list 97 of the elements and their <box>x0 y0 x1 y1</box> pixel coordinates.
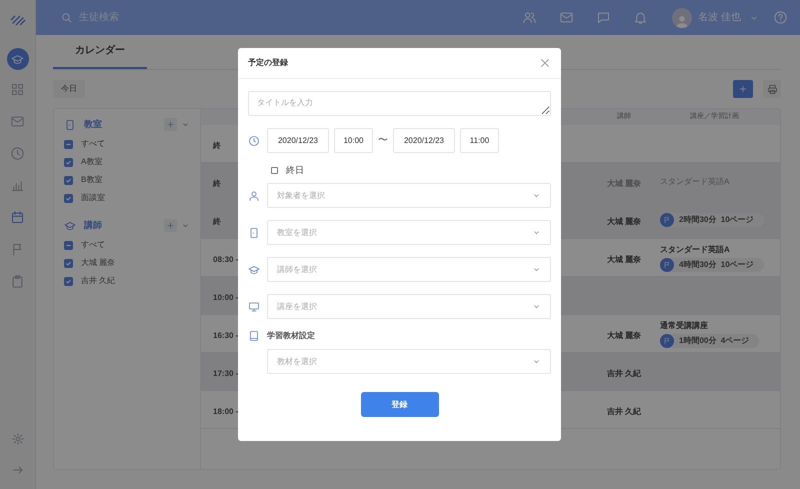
teacher-cell: 大城 麗奈 <box>606 330 642 340</box>
check-icon <box>65 176 72 184</box>
select-field[interactable]: 講師を選択 <box>267 257 551 282</box>
group-title: 講師 <box>84 218 102 232</box>
filter-label[interactable]: 大城 麗奈 <box>81 257 116 269</box>
section-label: 学習教材設定 <box>267 330 315 342</box>
today-button[interactable]: 今日 <box>53 80 85 98</box>
filter-label[interactable]: すべて <box>81 138 105 150</box>
plan-text: 1時間00分 4ページ <box>679 334 750 346</box>
time-cell: 08:30 - <box>213 254 238 264</box>
plus-icon <box>166 221 175 230</box>
checkbox[interactable] <box>64 194 73 202</box>
all-day-label[interactable]: 終日 <box>286 164 304 178</box>
register-button[interactable]: 登録 <box>360 392 438 417</box>
time-cell: 終 <box>213 178 221 188</box>
calendar-icon[interactable] <box>10 210 25 225</box>
check-icon <box>65 278 72 284</box>
teacher-cell: 吉井 久紀 <box>606 368 642 378</box>
select-placeholder: 対象者を選択 <box>277 190 325 202</box>
door-icon <box>248 226 260 238</box>
plan-text: 4時間30分 10ページ <box>679 258 754 270</box>
time-field[interactable]: 10:00 <box>334 128 373 153</box>
time-cell: 16:30 - <box>213 330 238 340</box>
teacher-cell: 吉井 久紀 <box>606 406 642 416</box>
teacher-cell: 大城 麗奈 <box>606 216 642 226</box>
add-button[interactable] <box>733 80 753 98</box>
time-cell: 18:00 - <box>213 406 238 416</box>
date-field[interactable]: 2020/12/23 <box>267 128 329 153</box>
course-cell: スタンダード英語A <box>660 244 730 256</box>
check-icon <box>65 260 72 266</box>
checkbox[interactable] <box>271 167 278 174</box>
mail-icon[interactable] <box>10 114 25 129</box>
select-placeholder: 講座を選択 <box>277 300 317 312</box>
checkbox[interactable] <box>64 158 73 166</box>
modal-title: 予定の登録 <box>248 57 288 69</box>
grid-icon[interactable] <box>10 82 25 97</box>
search-icon <box>60 11 73 24</box>
avatar[interactable] <box>672 8 692 28</box>
course-cell: 通常受講講座 <box>660 320 708 332</box>
filter-label[interactable]: すべて <box>81 239 105 251</box>
checkbox[interactable] <box>64 258 73 268</box>
plan-text: 2時間30分 10ページ <box>679 214 754 226</box>
checkbox[interactable] <box>64 276 73 286</box>
person-icon <box>248 190 260 202</box>
school-switch-button[interactable] <box>6 48 28 70</box>
checkbox[interactable] <box>64 240 73 250</box>
add-button[interactable] <box>164 219 177 232</box>
plus-icon <box>738 84 748 94</box>
graduation-cap-icon <box>64 220 76 232</box>
mail-icon[interactable] <box>559 10 574 25</box>
checkbox[interactable] <box>64 176 73 184</box>
date-field[interactable]: 2020/12/23 <box>393 128 455 153</box>
book-icon <box>248 330 260 342</box>
close-button[interactable] <box>539 57 551 69</box>
filter-label[interactable]: 面談室 <box>81 192 105 204</box>
chat-icon[interactable] <box>596 10 612 25</box>
monitor-icon <box>248 300 260 312</box>
title-field[interactable]: タイトルを入力 <box>248 91 551 116</box>
select-field[interactable]: 教室を選択 <box>267 220 551 245</box>
time-cell: 10:00 - <box>213 292 238 302</box>
check-icon <box>65 194 72 202</box>
select-placeholder: 教室を選択 <box>277 226 317 238</box>
door-icon <box>64 118 76 130</box>
clock-icon[interactable] <box>10 146 25 161</box>
time-field[interactable]: 11:00 <box>460 128 499 153</box>
help-icon[interactable] <box>773 10 788 25</box>
range-separator: 〜 <box>378 134 388 148</box>
time-cell: 終 <box>213 216 221 226</box>
time-cell: 17:30 - <box>213 368 238 378</box>
select-field[interactable]: 教材を選択 <box>267 349 551 374</box>
select-placeholder: 講師を選択 <box>277 264 317 276</box>
teacher-cell: 大城 麗奈 <box>606 254 642 264</box>
time-cell: 終 <box>213 140 221 150</box>
close-icon <box>539 57 551 69</box>
filter-label[interactable]: B教室 <box>81 174 102 186</box>
select-field[interactable]: 対象者を選択 <box>267 183 551 208</box>
plus-icon <box>166 120 175 129</box>
group-title: 教室 <box>84 118 102 131</box>
graduation-cap-icon <box>248 264 260 276</box>
print-button[interactable] <box>763 80 781 98</box>
users-icon[interactable] <box>522 10 538 25</box>
filter-label[interactable]: 吉井 久紀 <box>81 275 116 287</box>
clock-icon <box>248 134 260 146</box>
bell-icon[interactable] <box>633 10 648 25</box>
graduation-cap-icon <box>11 52 24 66</box>
flag-badge-icon <box>660 212 674 226</box>
clipboard-icon[interactable] <box>10 274 25 289</box>
select-placeholder: 教材を選択 <box>277 356 317 368</box>
flag-badge-icon <box>660 334 674 348</box>
add-button[interactable] <box>164 118 177 131</box>
calendar-tab[interactable]: カレンダー <box>53 34 147 69</box>
checkbox[interactable] <box>64 140 73 148</box>
printer-icon <box>766 84 778 94</box>
select-field[interactable]: 講座を選択 <box>267 294 551 319</box>
flag-badge-icon <box>660 258 674 272</box>
check-icon <box>65 158 72 166</box>
filter-label[interactable]: A教室 <box>81 156 102 168</box>
